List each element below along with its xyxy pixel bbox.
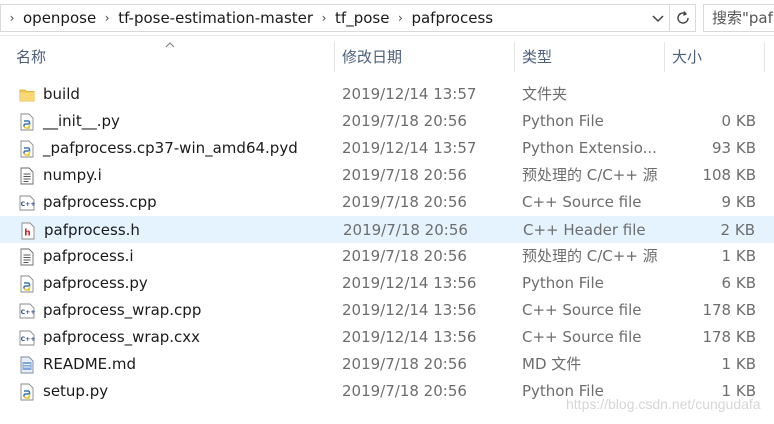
svg-text:C++: C++	[21, 336, 35, 343]
file-type: 文件夹	[522, 85, 568, 103]
file-size: 2 KB	[720, 221, 755, 239]
file-name: __init__.py	[43, 112, 120, 130]
column-header-name[interactable]: 名称	[16, 40, 46, 74]
file-name: pafprocess.py	[43, 274, 148, 292]
svg-text:C++: C++	[21, 201, 35, 208]
file-modified-date: 2019/12/14 13:56	[342, 328, 477, 346]
sort-ascending-icon	[165, 42, 175, 48]
file-size: 108 KB	[702, 166, 756, 184]
folder-icon	[19, 86, 35, 104]
file-row[interactable]: h pafprocess.h 2019/7/18 20:56 C++ Header f…	[0, 216, 774, 243]
breadcrumb-separator-icon: ›	[398, 11, 403, 25]
file-modified-date: 2019/7/18 20:56	[342, 166, 467, 184]
text-file-icon	[19, 248, 35, 266]
file-type: MD 文件	[522, 355, 582, 373]
column-divider[interactable]	[514, 42, 515, 72]
breadcrumb-item-tf-pose-estimation-master[interactable]: tf-pose-estimation-master	[114, 9, 317, 27]
python-file-icon	[19, 113, 35, 131]
column-divider[interactable]	[764, 42, 765, 72]
file-row[interactable]: C++ pafprocess_wrap.cpp 2019/12/14 13:56 C+…	[0, 297, 774, 324]
breadcrumb-item-openpose[interactable]: openpose	[19, 9, 100, 27]
breadcrumb-separator-icon: ›	[9, 11, 15, 25]
column-divider[interactable]	[334, 42, 335, 72]
file-name: pafprocess.h	[44, 221, 140, 239]
python-file-icon	[19, 140, 35, 158]
breadcrumb-item-pafprocess[interactable]: pafprocess	[407, 9, 497, 27]
svg-text:C++: C++	[21, 309, 35, 316]
watermark: https://blog.csdn.net/cungudafa	[566, 396, 761, 412]
file-size: 93 KB	[712, 139, 756, 157]
file-name: setup.py	[43, 382, 109, 400]
cpp-file-icon: C++	[19, 329, 36, 347]
refresh-icon	[676, 11, 689, 24]
cpp-file-icon: C++	[19, 194, 36, 212]
file-row[interactable]: _pafprocess.cp37-win_amd64.pyd 2019/12/14…	[0, 135, 774, 162]
file-modified-date: 2019/12/14 13:57	[342, 139, 477, 157]
refresh-button[interactable]	[670, 4, 696, 32]
file-name: pafprocess_wrap.cxx	[43, 328, 201, 346]
column-header-type[interactable]: 类型	[522, 40, 552, 74]
file-modified-date: 2019/7/18 20:56	[342, 112, 467, 130]
file-name: pafprocess_wrap.cpp	[43, 301, 202, 319]
file-row[interactable]: __init__.py 2019/7/18 20:56 Python File 0 K…	[0, 108, 774, 135]
file-name: _pafprocess.cp37-win_amd64.pyd	[43, 139, 298, 157]
breadcrumb[interactable]: › openpose › tf-pose-estimation-master ›…	[0, 4, 670, 32]
file-size: 0 KB	[721, 112, 756, 130]
file-modified-date: 2019/12/14 13:56	[342, 301, 477, 319]
file-size: 1 KB	[721, 355, 756, 373]
column-divider[interactable]	[664, 42, 665, 72]
file-name: README.md	[43, 355, 137, 373]
file-size: 1 KB	[721, 247, 756, 265]
markdown-file-icon	[19, 356, 35, 374]
text-file-icon	[19, 167, 35, 185]
file-size: 9 KB	[721, 193, 756, 211]
file-type: Python File	[522, 274, 604, 292]
file-modified-date: 2019/7/18 20:56	[342, 382, 467, 400]
search-input[interactable]: 搜索"pafprocess"	[703, 4, 774, 32]
file-size: 178 KB	[702, 328, 756, 346]
file-modified-date: 2019/7/18 20:56	[343, 221, 468, 239]
file-type: 预处理的 C/C++ 源	[522, 166, 658, 184]
file-row[interactable]: C++ pafprocess.cpp 2019/7/18 20:56 C++ Sour…	[0, 189, 774, 216]
breadcrumb-separator-icon: ›	[321, 11, 327, 25]
file-modified-date: 2019/7/18 20:56	[342, 193, 467, 211]
svg-text:h: h	[24, 229, 30, 239]
file-size: 178 KB	[702, 301, 756, 319]
file-type: C++ Source file	[522, 328, 642, 346]
file-row[interactable]: pafprocess.py 2019/12/14 13:56 Python File…	[0, 270, 774, 297]
column-header-row: 名称 修改日期 类型 大小	[0, 40, 774, 74]
file-type: C++ Source file	[522, 301, 642, 319]
chevron-down-icon[interactable]	[651, 10, 665, 26]
column-header-date[interactable]: 修改日期	[342, 40, 402, 74]
file-row[interactable]: numpy.i 2019/7/18 20:56 预处理的 C/C++ 源 108 KB	[0, 162, 774, 189]
python-file-icon	[19, 275, 35, 293]
file-name: pafprocess.i	[43, 247, 134, 265]
file-name: pafprocess.cpp	[43, 193, 157, 211]
breadcrumb-separator-icon: ›	[104, 11, 110, 25]
file-row[interactable]: pafprocess.i 2019/7/18 20:56 预处理的 C/C++ 源 1…	[0, 243, 774, 270]
file-modified-date: 2019/7/18 20:56	[342, 247, 467, 265]
file-row[interactable]: README.md 2019/7/18 20:56 MD 文件 1 KB	[0, 351, 774, 378]
file-row[interactable]: build 2019/12/14 13:57 文件夹	[0, 81, 774, 108]
python-file-icon	[19, 383, 35, 401]
file-name: build	[43, 85, 80, 103]
file-name: numpy.i	[43, 166, 102, 184]
file-type: C++ Header file	[523, 221, 646, 239]
file-modified-date: 2019/12/14 13:57	[342, 85, 477, 103]
cpp-file-icon: C++	[19, 302, 36, 320]
address-bar: › openpose › tf-pose-estimation-master ›…	[0, 0, 774, 36]
file-modified-date: 2019/12/14 13:56	[342, 274, 477, 292]
file-modified-date: 2019/7/18 20:56	[342, 355, 467, 373]
breadcrumb-item-tf-pose[interactable]: tf_pose	[331, 9, 393, 27]
column-header-size[interactable]: 大小	[672, 40, 702, 74]
file-type: 预处理的 C/C++ 源	[522, 247, 658, 265]
file-type: C++ Source file	[522, 193, 642, 211]
file-type: Python File	[522, 112, 604, 130]
file-row[interactable]: C++ pafprocess_wrap.cxx 2019/12/14 13:56 C+…	[0, 324, 774, 351]
file-size: 6 KB	[721, 274, 756, 292]
file-type: Python Extensio...	[522, 139, 657, 157]
header-file-icon: h	[20, 222, 36, 240]
file-list: build 2019/12/14 13:57 文件夹 __init__.py 2019/…	[0, 81, 774, 405]
